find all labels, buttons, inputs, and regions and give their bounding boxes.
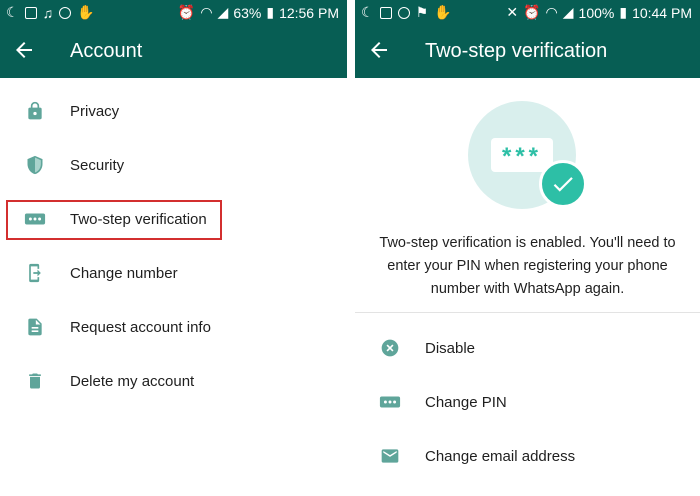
moon-icon: ☾ [361,4,374,20]
page-title: Account [70,40,143,62]
trash-icon [24,370,46,392]
menu-item-change-pin[interactable]: Change PIN [355,375,700,429]
menu-item-change-email[interactable]: Change email address [355,429,700,483]
moon-icon: ☾ [6,4,19,20]
mail-icon [379,445,401,467]
gallery-icon [24,6,37,19]
signal-icon: ◢ [562,4,574,20]
notification-icons: ☾ ♫ ✋ [6,4,95,21]
battery-percent: 63% [233,4,262,21]
hand-icon: ✋ [434,4,452,20]
back-arrow-icon[interactable] [12,38,36,62]
dots-icon [379,391,401,413]
menu-item-label: Security [70,156,125,174]
menu-item-label: Request account info [70,318,211,336]
verification-illustration: *** [355,78,700,218]
status-bar: ☾ ⚑ ✋ ✕ ⏰ ◠ ◢ 100% ▮ 10:44 PM [355,0,700,25]
circle-app-icon [59,6,72,19]
verification-menu: Disable Change PIN Change email address [355,321,700,483]
menu-item-security[interactable]: Security [0,138,347,192]
mute-icon: ✕ [506,4,519,20]
gallery-icon [379,6,392,19]
pin-mask: *** [491,138,553,172]
page-title: Two-step verification [425,40,608,62]
status-bar: ☾ ♫ ✋ ⏰ ◠ ◢ 63% ▮ 12:56 PM [0,0,347,25]
app-bar: Account [0,25,347,78]
alarm-icon: ⏰ [523,4,541,20]
menu-item-change-number[interactable]: Change number [0,246,347,300]
notification-icons: ☾ ⚑ ✋ [361,4,452,21]
back-arrow-icon[interactable] [367,38,391,62]
highlight-box [6,200,222,240]
disable-icon [379,337,401,359]
info-text: Two-step verification is enabled. You'll… [379,235,676,297]
system-icons: ✕ ⏰ ◠ ◢ 100% ▮ 10:44 PM [506,4,692,21]
alarm-icon: ⏰ [177,4,196,20]
battery-icon: ▮ [619,4,628,20]
flag-icon: ⚑ [415,4,429,20]
account-menu: Privacy Security Two-step verification C… [0,84,347,408]
check-icon [539,160,587,208]
app-bar: Two-step verification [355,25,700,78]
signal-icon: ◢ [217,4,229,20]
document-icon [24,316,46,338]
menu-item-label: Change email address [425,447,576,465]
circle-app-icon [397,6,410,19]
panel-gap [347,0,355,496]
menu-item-label: Privacy [70,102,120,120]
battery-icon: ▮ [266,4,275,20]
change-number-icon [24,262,46,284]
wifi-icon: ◠ [200,4,213,20]
menu-item-delete-account[interactable]: Delete my account [0,354,347,408]
wifi-icon: ◠ [545,4,558,20]
two-step-verification-screen: ☾ ⚑ ✋ ✕ ⏰ ◠ ◢ 100% ▮ 10:44 PM Two-step v… [355,0,700,496]
clock: 12:56 PM [279,4,339,21]
shield-icon [24,154,46,176]
menu-item-label: Change PIN [425,393,507,411]
menu-item-label: Delete my account [70,372,195,390]
menu-item-disable[interactable]: Disable [355,321,700,375]
divider [355,312,700,313]
menu-item-privacy[interactable]: Privacy [0,84,347,138]
menu-item-label: Disable [425,339,476,357]
battery-percent: 100% [578,4,615,21]
system-icons: ⏰ ◠ ◢ 63% ▮ 12:56 PM [178,4,339,21]
account-screen: ☾ ♫ ✋ ⏰ ◠ ◢ 63% ▮ 12:56 PM Account Priva… [0,0,347,496]
menu-item-label: Change number [70,264,178,282]
music-icon: ♫ [42,4,54,21]
menu-item-request-account-info[interactable]: Request account info [0,300,347,354]
hand-icon: ✋ [77,4,95,20]
lock-icon [24,100,46,122]
clock: 10:44 PM [632,4,692,21]
